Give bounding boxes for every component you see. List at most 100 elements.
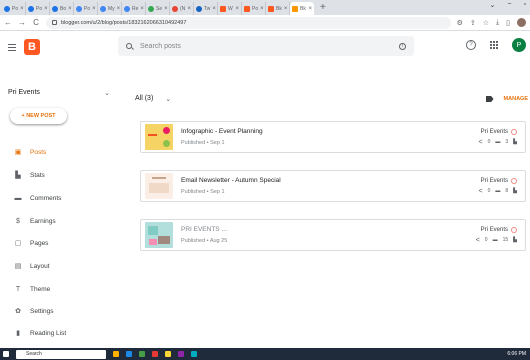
- header-actions: ? P: [466, 38, 526, 52]
- taskbar-app-icon[interactable]: [165, 351, 171, 357]
- author-avatar-icon: [511, 128, 517, 135]
- post-title[interactable]: Email Newsletter - Autumn Special: [181, 177, 281, 184]
- close-icon[interactable]: ×: [284, 6, 288, 12]
- taskbar-app-icon[interactable]: [126, 351, 132, 357]
- browser-tab[interactable]: Tw ×: [194, 2, 218, 15]
- post-author: Pri Events: [478, 128, 517, 135]
- sidebar-item-stats[interactable]: ▙ Stats: [0, 166, 118, 184]
- lock-icon: [52, 20, 57, 25]
- close-icon[interactable]: ×: [260, 6, 264, 12]
- post-stats: < 0 ▬ 8 ▙: [478, 188, 517, 195]
- sidebar-item-earnings[interactable]: $ Earnings: [0, 212, 118, 230]
- share-icon[interactable]: ⇪: [470, 19, 476, 27]
- bookmark-star-icon[interactable]: ☆: [483, 19, 489, 27]
- manage-label: MANAGE: [503, 96, 528, 102]
- comment-icon: ▬: [492, 237, 498, 243]
- sidebar-item-posts[interactable]: ▣ Posts: [0, 143, 118, 161]
- reload-button[interactable]: C: [32, 18, 40, 27]
- close-icon[interactable]: ×: [235, 6, 239, 12]
- post-row[interactable]: PRI EVENTS ... Published • Aug 25 Pri Ev…: [140, 219, 526, 251]
- browser-tab[interactable]: Po ×: [2, 2, 26, 15]
- download-icon[interactable]: ⤓: [496, 19, 499, 27]
- post-status: Published • Sep 1: [181, 189, 225, 195]
- browser-tab[interactable]: Po ×: [26, 2, 50, 15]
- extension-icon[interactable]: ⚙: [457, 19, 463, 27]
- chevron-down-icon: ⌄: [104, 90, 110, 97]
- manage-labels-button[interactable]: MANAGE: [485, 96, 528, 102]
- windows-start-icon[interactable]: [3, 351, 9, 357]
- browser-toolbar: ← → C blogger.com/u/2/blog/posts/1832162…: [0, 15, 530, 31]
- browser-tab[interactable]: Po ×: [74, 2, 98, 15]
- comments-icon: ▬: [14, 194, 22, 202]
- forward-button[interactable]: →: [18, 18, 26, 27]
- taskbar-app-icon[interactable]: [178, 351, 184, 357]
- post-stats: < 0 ▬ 15 ▙: [476, 237, 517, 244]
- browser-tab[interactable]: Bo ×: [50, 2, 74, 15]
- sidebar-item-reading-list[interactable]: ▮ Reading List: [0, 324, 118, 342]
- account-avatar[interactable]: P: [512, 38, 526, 52]
- address-bar[interactable]: blogger.com/u/2/blog/posts/1832162066310…: [46, 16, 451, 29]
- browser-tab[interactable]: Se ×: [146, 2, 170, 15]
- blog-selector[interactable]: Pri Events ⌄: [8, 89, 110, 97]
- sidepanel-icon[interactable]: ▯: [506, 19, 510, 27]
- back-button[interactable]: ←: [4, 18, 12, 27]
- close-icon[interactable]: ×: [212, 6, 216, 12]
- view-count: 3: [505, 139, 509, 145]
- profile-avatar[interactable]: [517, 18, 526, 27]
- close-icon[interactable]: ×: [20, 6, 24, 12]
- taskbar-app-icon[interactable]: [139, 351, 145, 357]
- close-icon[interactable]: ×: [187, 6, 191, 12]
- close-icon[interactable]: ×: [68, 6, 72, 12]
- settings-icon: ✿: [15, 308, 21, 315]
- sidebar-item-pages[interactable]: ▢ Pages: [0, 234, 118, 252]
- browser-tab[interactable]: W ×: [218, 2, 242, 15]
- browser-tab[interactable]: Bk ×: [266, 2, 290, 15]
- browser-tab[interactable]: My ×: [98, 2, 122, 15]
- sidebar-item-label: Reading List: [30, 329, 67, 337]
- sidebar-item-layout[interactable]: ▤ Layout: [0, 257, 118, 275]
- minimize-button[interactable]: −: [507, 1, 511, 9]
- sidebar-item-settings[interactable]: ✿ Settings: [0, 302, 118, 320]
- close-icon[interactable]: ×: [117, 6, 121, 12]
- help-icon[interactable]: ?: [466, 40, 476, 50]
- chevron-down-icon[interactable]: ⌄: [490, 1, 496, 9]
- post-title[interactable]: Infographic - Event Planning: [181, 128, 263, 135]
- sidebar-item-label: Stats: [30, 171, 45, 179]
- share-icon[interactable]: <: [478, 139, 482, 146]
- taskbar-app-icon[interactable]: [191, 351, 197, 357]
- browser-tab[interactable]: Po ×: [242, 2, 266, 15]
- post-title[interactable]: PRI EVENTS ...: [181, 226, 227, 233]
- taskbar-search-input[interactable]: Search: [16, 349, 106, 359]
- sidebar-item-theme[interactable]: T Theme: [0, 280, 118, 298]
- browser-tab[interactable]: Re ×: [122, 2, 146, 15]
- new-post-button[interactable]: + NEW POST: [10, 108, 67, 124]
- browser-tab[interactable]: (N ×: [170, 2, 194, 15]
- post-row[interactable]: Email Newsletter - Autumn Special Publis…: [140, 170, 526, 202]
- maximize-button[interactable]: ▫: [524, 1, 526, 9]
- apps-grid-icon[interactable]: [490, 41, 498, 49]
- browser-tab-active[interactable]: Bk ×: [290, 2, 314, 15]
- post-row[interactable]: Infographic - Event Planning Published •…: [140, 121, 526, 153]
- comment-icon: ▬: [495, 139, 501, 145]
- info-icon[interactable]: i: [399, 42, 406, 50]
- close-icon[interactable]: ×: [164, 6, 168, 12]
- sidebar-item-comments[interactable]: ▬ Comments: [0, 189, 118, 207]
- close-icon[interactable]: ×: [92, 6, 96, 12]
- close-icon[interactable]: ×: [140, 6, 144, 12]
- share-icon[interactable]: <: [478, 188, 482, 195]
- posts-icon: ▣: [14, 149, 22, 156]
- search-posts-input[interactable]: Search posts i: [118, 36, 414, 56]
- taskbar-app-icon[interactable]: [113, 351, 119, 357]
- share-icon[interactable]: <: [476, 237, 480, 244]
- tab-favicon-icon: [76, 5, 82, 12]
- close-icon[interactable]: ×: [44, 6, 48, 12]
- new-tab-button[interactable]: +: [320, 2, 326, 13]
- blog-name: Pri Events: [8, 89, 40, 96]
- post-filter-dropdown[interactable]: All (3) ⌄: [135, 95, 171, 103]
- sidebar-item-label: Pages: [30, 239, 49, 247]
- sidebar-item-label: Comments: [30, 194, 62, 202]
- taskbar-app-icon[interactable]: [152, 351, 158, 357]
- menu-icon[interactable]: [8, 43, 16, 51]
- blogger-logo[interactable]: B: [24, 39, 40, 55]
- close-icon[interactable]: ×: [308, 6, 312, 12]
